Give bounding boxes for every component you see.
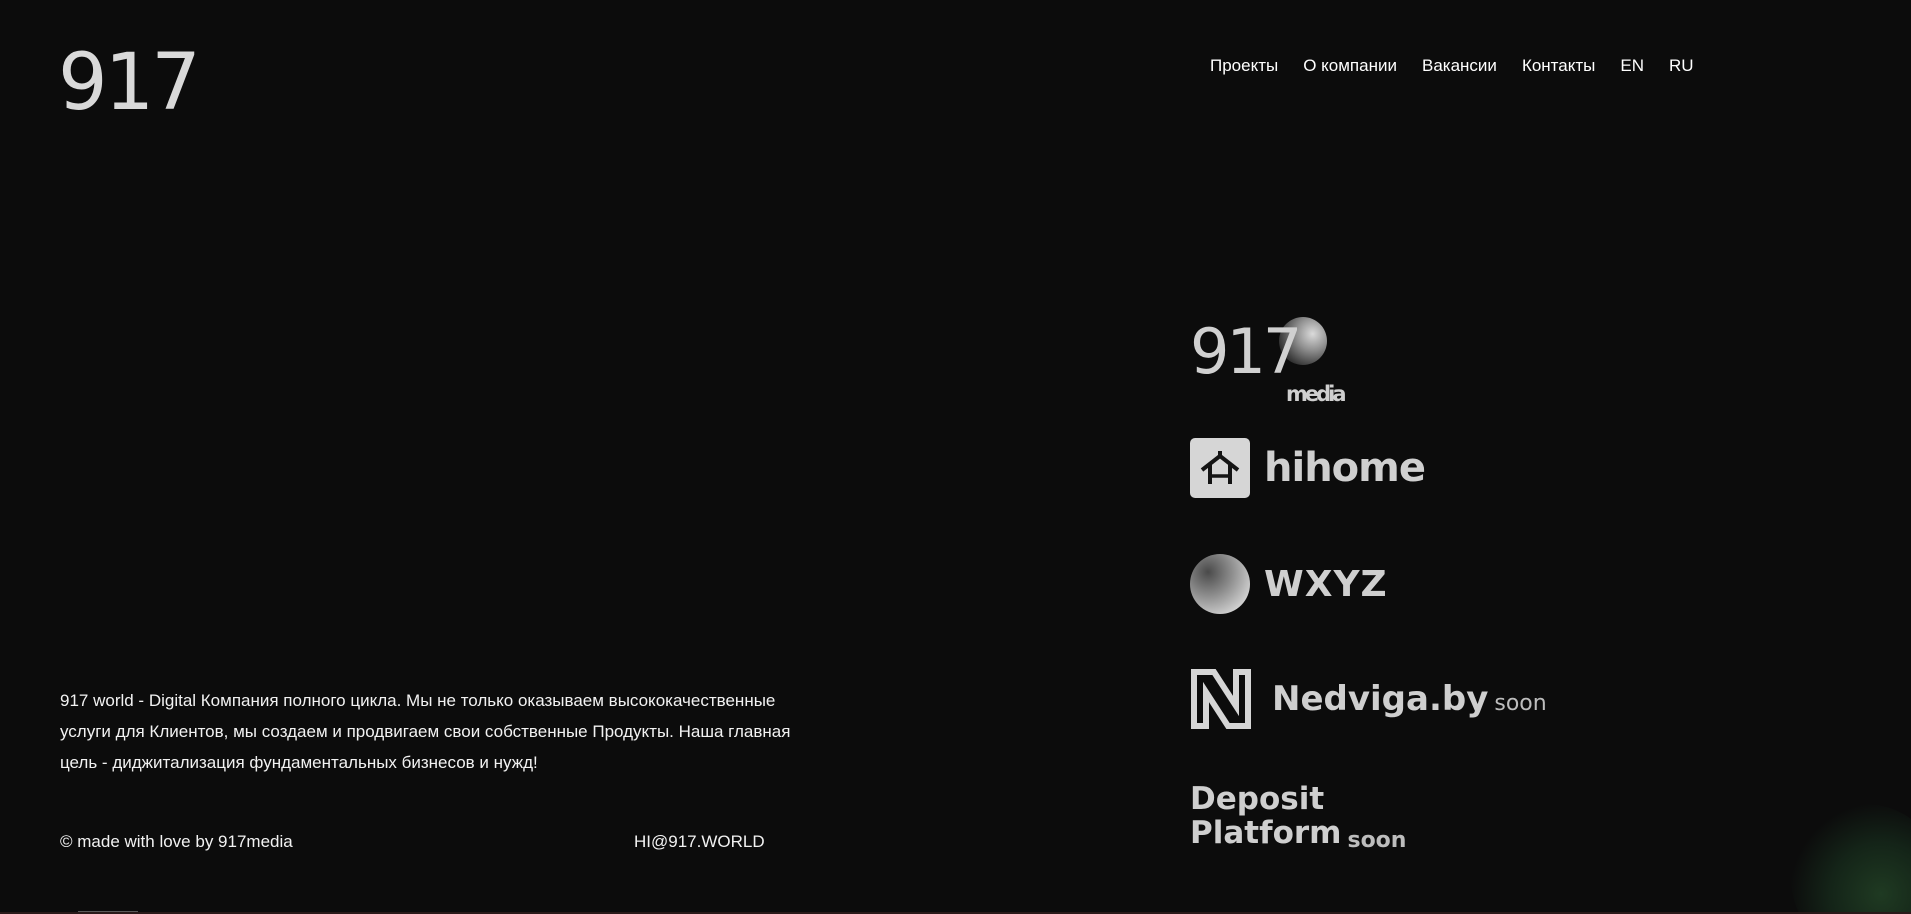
nedviga-n-icon	[1190, 668, 1252, 730]
site-logo[interactable]: 917	[58, 44, 201, 122]
wxyz-sphere-icon	[1190, 554, 1250, 614]
plant-decoration	[1791, 804, 1911, 914]
brand-deposit-platform-word: Platform	[1190, 815, 1342, 851]
brand-917media-digits: 917	[1190, 315, 1302, 388]
email-link[interactable]: HI@917.WORLD	[634, 832, 765, 852]
copyright-text: © made with love by 917media	[60, 832, 293, 851]
company-description: 917 world - Digital Компания полного цик…	[60, 691, 791, 772]
brand-deposit-line1: Deposit	[1190, 781, 1325, 817]
brand-917media-word: media	[1286, 382, 1347, 406]
brand-hihome[interactable]: hihome	[1190, 438, 1426, 498]
page: 917 Проекты О компании Вакансии Контакты…	[0, 0, 1911, 914]
brand-deposit-line2: Platform soon	[1190, 816, 1406, 854]
brand-nedviga[interactable]: Nedviga.by soon	[1190, 668, 1547, 730]
brand-wxyz[interactable]: WXYZ	[1190, 554, 1388, 614]
brand-917media-number: 917 media	[1190, 317, 1347, 406]
brand-deposit-platform[interactable]: Deposit Platform soon	[1190, 782, 1406, 854]
brand-917media[interactable]: 917 media	[1190, 317, 1347, 406]
brand-deposit-soon: soon	[1347, 828, 1407, 853]
brand-nedviga-word: Nedviga.by	[1272, 679, 1489, 719]
scroll-indicator	[78, 911, 138, 912]
brand-wxyz-word: WXYZ	[1264, 563, 1388, 605]
hihome-house-icon	[1190, 438, 1250, 498]
brand-hihome-word: hihome	[1264, 445, 1426, 491]
brand-nedviga-soon: soon	[1494, 690, 1547, 716]
brands-list: 917 media hihome WXYZ Nedviga.by soon De…	[1190, 0, 1690, 914]
